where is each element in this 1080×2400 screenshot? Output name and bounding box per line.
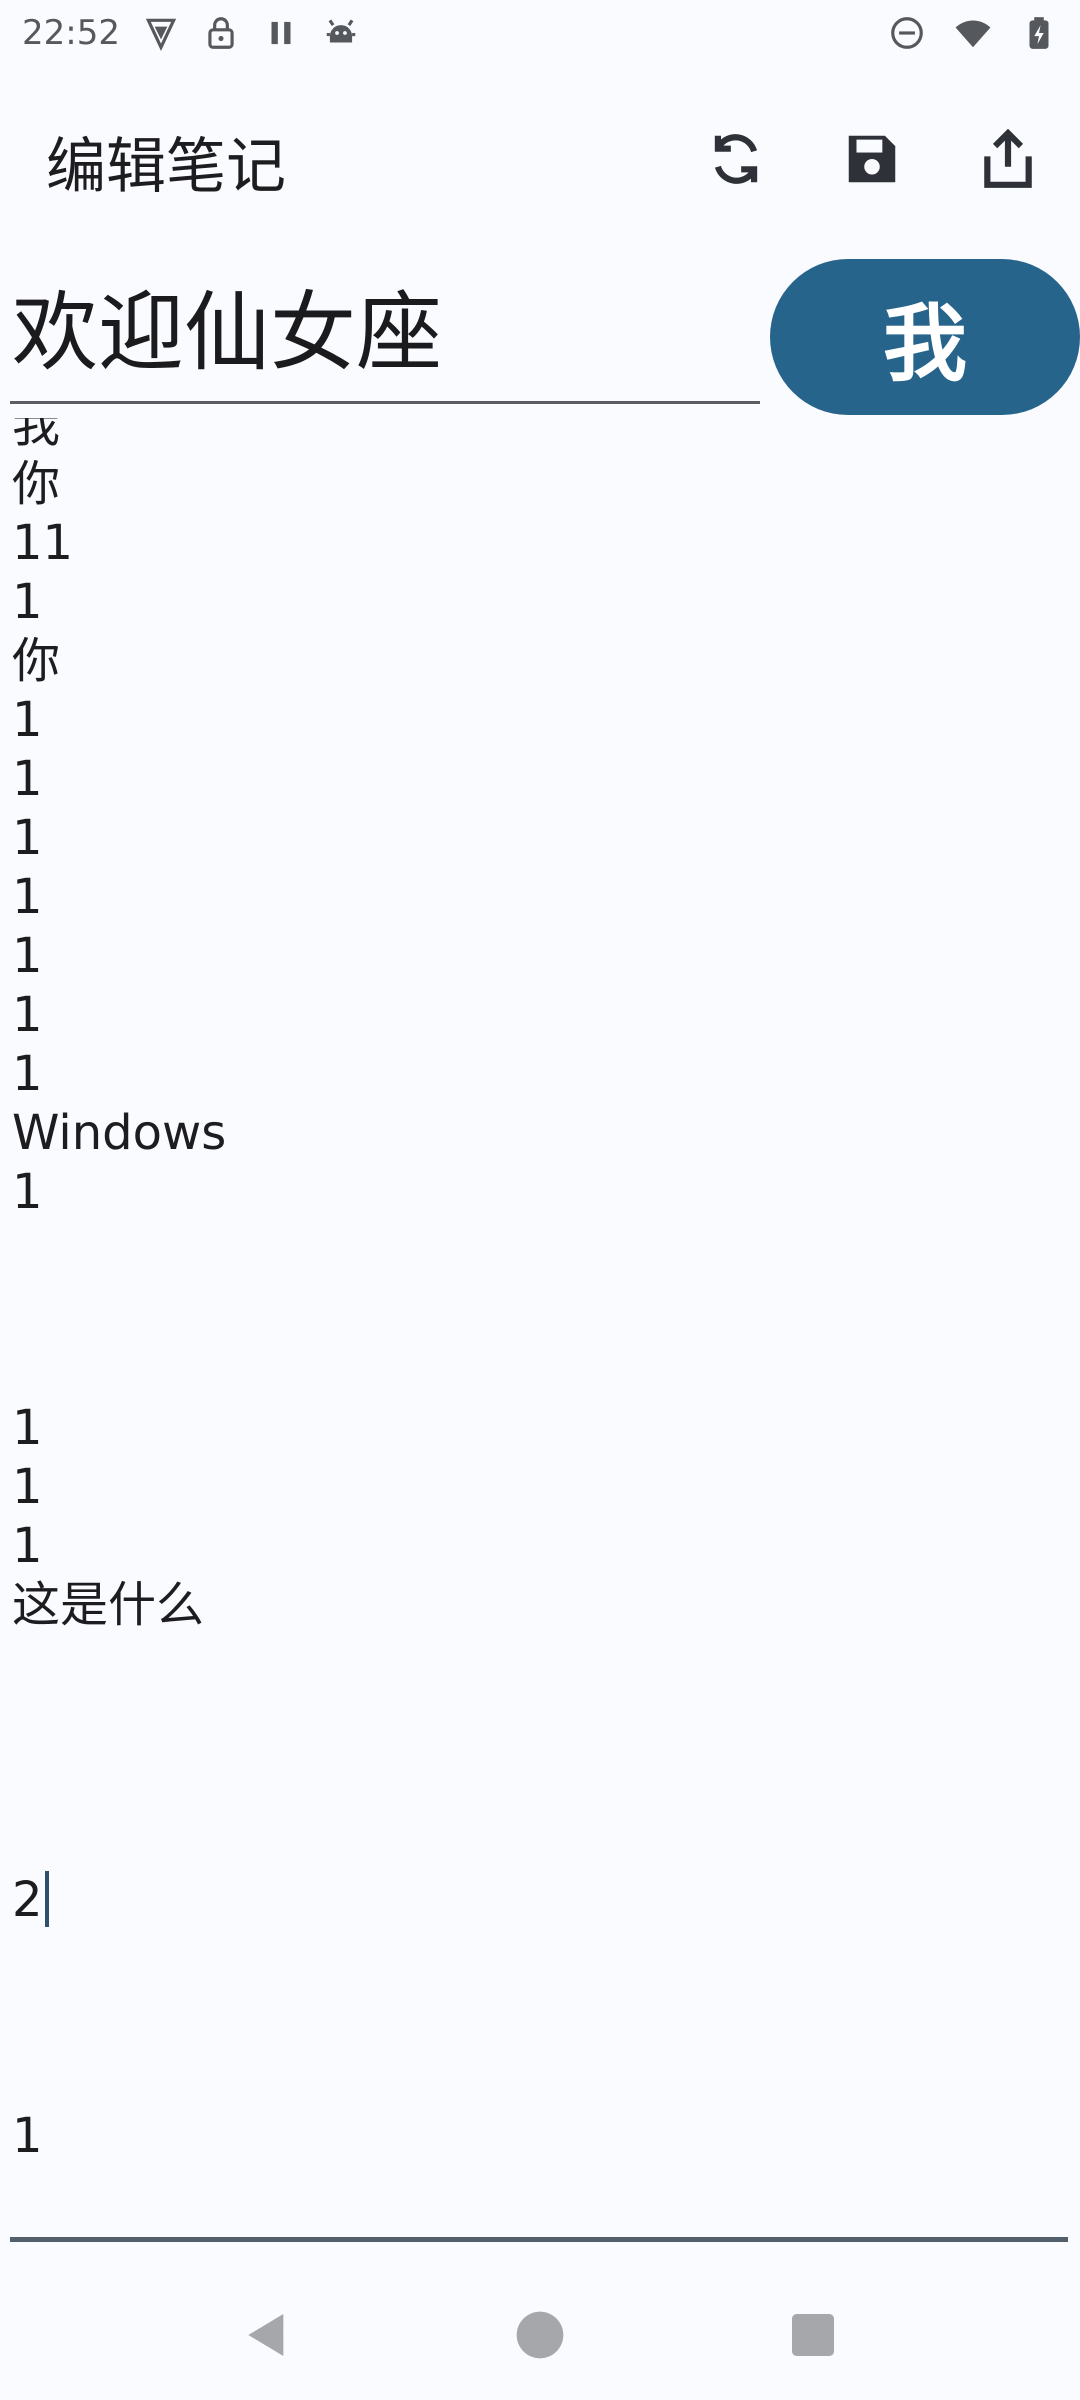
recents-button[interactable] (763, 2285, 863, 2385)
status-time: 22:52 (22, 13, 120, 53)
note-line: 1 (12, 1046, 43, 1102)
home-button[interactable] (490, 2285, 590, 2385)
wifi-icon (954, 14, 992, 52)
avatar-button[interactable]: 我 (770, 259, 1080, 415)
note-line: 1 (12, 751, 43, 807)
note-line: 11 (12, 515, 74, 571)
page-title: 编辑笔记 (46, 131, 286, 202)
sync-icon (705, 128, 767, 194)
note-line (12, 1340, 226, 1399)
note-line: 1 (12, 692, 43, 748)
status-bar: 22:52 (0, 0, 1080, 66)
battery-charging-icon (1020, 14, 1058, 52)
back-icon (247, 2314, 283, 2356)
note-line: 1 (12, 1459, 43, 1515)
avatar-label: 我 (882, 294, 967, 393)
app-bar: 编辑笔记 (0, 96, 1080, 226)
android-debug-icon (322, 14, 360, 52)
note-line (12, 1989, 226, 2048)
note-line (12, 1753, 226, 1812)
pause-icon (262, 14, 300, 52)
note-line: 1 (12, 1400, 43, 1456)
note-line: 你 (12, 633, 61, 689)
note-line: 1 (12, 1164, 43, 1220)
save-button[interactable] (830, 119, 914, 203)
note-editor-screen: 22:52 编辑笔记 欢迎仙女座 我 我 你 11 1 你 1 1 1 1 1 … (0, 0, 1080, 2400)
system-nav-bar (0, 2270, 1080, 2400)
note-line: 2 (12, 1871, 226, 1930)
note-line (12, 2048, 226, 2107)
save-icon (841, 128, 903, 194)
lock-icon (202, 14, 240, 52)
back-button[interactable] (217, 2285, 317, 2385)
text-cursor (44, 1871, 49, 1927)
note-body-editor[interactable]: 我你 11 1 你 1 1 1 1 1 1 1 Windows 1 1 1 1 这是什么 2 1 (10, 418, 1068, 2242)
note-line: 1 (12, 869, 43, 925)
note-line (12, 1694, 226, 1753)
note-line (12, 1930, 226, 1989)
share-icon (977, 128, 1039, 194)
share-button[interactable] (966, 119, 1050, 203)
note-title-field[interactable]: 欢迎仙女座 (10, 268, 760, 404)
vpn-shield-icon (142, 14, 180, 52)
note-line: 1 (12, 810, 43, 866)
do-not-disturb-icon (888, 14, 926, 52)
note-line: Windows (12, 1105, 227, 1161)
note-line: 1 (12, 2108, 43, 2164)
note-line: 这是什么 (12, 1577, 205, 1633)
note-line: 我 (12, 418, 61, 453)
note-line (12, 1635, 226, 1694)
sync-button[interactable] (694, 119, 778, 203)
recents-icon (792, 2314, 835, 2356)
note-line: 1 (12, 987, 43, 1043)
home-icon (516, 2311, 564, 2359)
note-line: 1 (12, 928, 43, 984)
note-line (12, 1281, 226, 1340)
note-body-text[interactable]: 我你 11 1 你 1 1 1 1 1 1 1 Windows 1 1 1 1 这是什么 2 1 (12, 418, 226, 2166)
note-line: 1 (12, 1518, 43, 1574)
note-title-input[interactable]: 欢迎仙女座 (10, 262, 442, 387)
note-line: 1 (12, 574, 43, 630)
note-line (12, 1222, 226, 1281)
note-line: 你 (12, 456, 61, 512)
note-line (12, 1812, 226, 1871)
